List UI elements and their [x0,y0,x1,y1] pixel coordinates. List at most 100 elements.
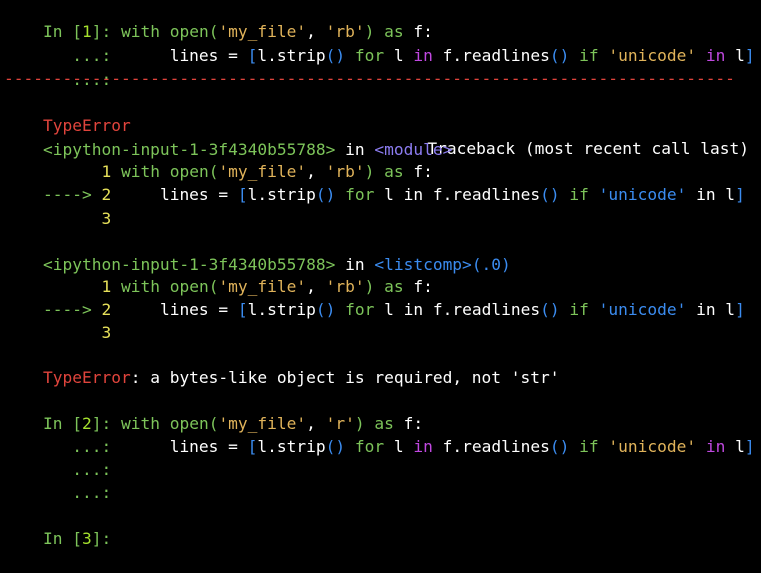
keyword-for: for [354,437,385,456]
dot: . [452,46,463,65]
keyword-for: for [345,185,375,204]
method-name: strip [267,185,316,204]
prompt-end: ]: [91,529,121,548]
code-text: l [257,46,268,65]
code-text: f [432,437,453,456]
keyword-for: for [345,300,375,319]
traceback-header: TypeError Traceback (most recent call la… [4,91,755,158]
keyword-if: if [579,46,599,65]
code-text: lines = [111,300,238,319]
code-text: l [384,437,414,456]
input-2-line-1: In [2]: with open('my_file', 'r') as f: [4,389,423,433]
code-text: lines = [111,437,248,456]
keyword-if: if [569,300,589,319]
code-text: l [247,300,258,319]
code-text: l [725,437,745,456]
method-name: readlines [462,437,550,456]
code-text: lines = [111,185,238,204]
paren: () [315,300,336,319]
dot: . [267,437,277,456]
frame-1-code-line-2: ----> 2 lines = [l.strip() for l in f.re… [4,160,745,204]
frame-2-code-line-1: 1 with open('my_file', 'rb') as f: [4,252,432,296]
frame-1-code-line-1: 1 with open('my_file', 'rb') as f: [4,137,432,181]
dot: . [257,300,268,319]
bracket: [ [247,437,258,456]
ipython-terminal[interactable]: In [1]: with open('my_file', 'rb') as f:… [4,0,761,548]
paren: () [549,46,570,65]
error-message: a bytes-like object is required, not 'st… [150,368,560,387]
method-name: strip [267,300,316,319]
dot: . [452,437,463,456]
method-name: readlines [462,46,550,65]
prompt-label: In [ [42,529,82,548]
bracket: [ [237,185,248,204]
bracket: ] [735,185,745,204]
error-colon: : [130,368,151,387]
code-text: l in f [374,300,443,319]
dot: . [442,300,453,319]
code-text: in l [686,185,736,204]
bracket: ] [744,437,755,456]
string-literal: 'unicode' [608,437,697,456]
bracket: [ [247,46,258,65]
dot: . [257,185,268,204]
code-text: l [725,46,745,65]
method-name: readlines [452,300,541,319]
input-2-line-3: ...: [4,435,111,479]
keyword-in: in [705,437,726,456]
code-text: l [247,185,258,204]
keyword-if: if [569,185,589,204]
code-text: l in f [374,185,443,204]
method-name: strip [276,46,326,65]
keyword-in: in [705,46,726,65]
code-text: in l [686,300,736,319]
bracket: ] [744,46,755,65]
paren: () [325,46,346,65]
frame-2-code-line-3: 3 [4,298,111,342]
continuation-prompt: ...: [42,483,112,502]
input-1-line-1: In [1]: with open('my_file', 'rb') as f: [4,0,433,41]
string-literal: 'unicode' [598,300,687,319]
keyword-in: in [413,437,433,456]
prompt-number: 3 [81,529,92,548]
dot: . [267,46,277,65]
line-number: 3 [101,323,112,342]
keyword-for: for [354,46,385,65]
error-name: TypeError [42,368,131,387]
traceback-separator: ----------------------------------------… [4,69,735,88]
error-message-line: TypeError: a bytes-like object is requir… [4,343,560,387]
code-text: f [432,46,453,65]
input-1-line-3: ...: [4,45,111,89]
method-name: readlines [452,185,541,204]
keyword-if: if [579,437,599,456]
frame-args: (.0) [471,255,511,274]
input-2-line-4: ...: [4,458,111,502]
traceback-frame-1: <ipython-input-1-3f4340b55788> in <modul… [4,115,452,159]
input-3-prompt-line[interactable]: In [3]: [4,504,121,548]
paren: () [325,437,346,456]
code-text: lines = [111,46,248,65]
paren: () [540,300,560,319]
traceback-label: Traceback (most recent call last) [427,139,749,158]
dot: . [442,185,453,204]
input-1-line-2: ...: lines = [l.strip() for l in f.readl… [4,21,754,65]
paren: () [540,185,560,204]
frame-1-code-line-3: 3 [4,184,111,228]
code-text: l [384,46,414,65]
method-name: strip [276,437,326,456]
